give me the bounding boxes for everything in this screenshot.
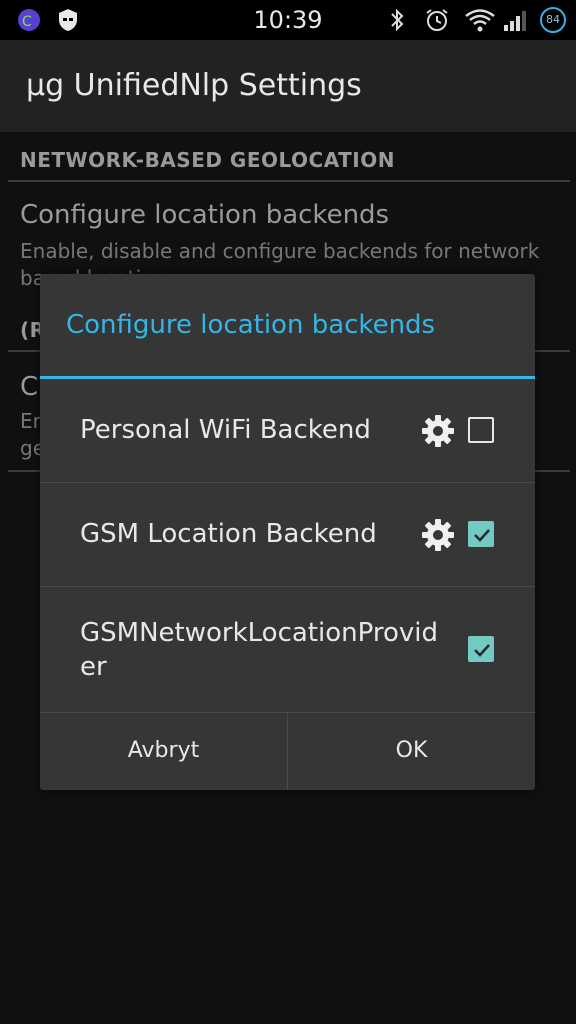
configure-backends-dialog: Configure location backends Personal WiF… <box>40 274 535 790</box>
app-title: µg UnifiedNlp Settings <box>26 68 362 103</box>
backend-checkbox[interactable] <box>468 521 494 547</box>
backend-label: GSMNetworkLocationProvider <box>80 618 438 682</box>
app-bar: µg UnifiedNlp Settings <box>0 40 576 132</box>
backend-row-personal-wifi[interactable]: Personal WiFi Backend <box>40 379 535 483</box>
checkmark-icon <box>474 529 490 542</box>
wifi-icon <box>465 9 495 32</box>
gear-icon[interactable] <box>420 413 456 449</box>
pref-configure-backends-title[interactable]: Configure location backends <box>20 200 389 230</box>
cancel-button[interactable]: Avbryt <box>40 712 287 790</box>
alarm-icon <box>426 9 448 31</box>
pref-item-2-summary: En ge <box>20 409 46 460</box>
signal-icon <box>504 11 526 31</box>
battery-icon: 84 <box>540 7 566 33</box>
status-bar: C 10:39 84 <box>0 0 576 40</box>
category-header: NETWORK-BASED GEOLOCATION <box>20 148 395 172</box>
dialog-title: Configure location backends <box>66 310 436 340</box>
checkmark-icon <box>474 644 490 657</box>
divider <box>8 180 570 182</box>
ok-button[interactable]: OK <box>288 712 535 790</box>
backend-row-gsm-network-provider[interactable]: GSMNetworkLocationProvider <box>40 586 535 713</box>
backend-row-gsm-location[interactable]: GSM Location Backend <box>40 482 535 587</box>
gear-icon[interactable] <box>420 517 456 553</box>
backend-label: Personal WiFi Backend <box>80 415 371 445</box>
backend-label: GSM Location Backend <box>80 519 377 549</box>
backend-checkbox[interactable] <box>468 636 494 662</box>
bluetooth-icon <box>391 8 404 32</box>
pref-item-2-title[interactable]: C <box>20 372 38 402</box>
dialog-buttons: Avbryt OK <box>40 712 535 790</box>
backend-checkbox[interactable] <box>468 417 494 443</box>
